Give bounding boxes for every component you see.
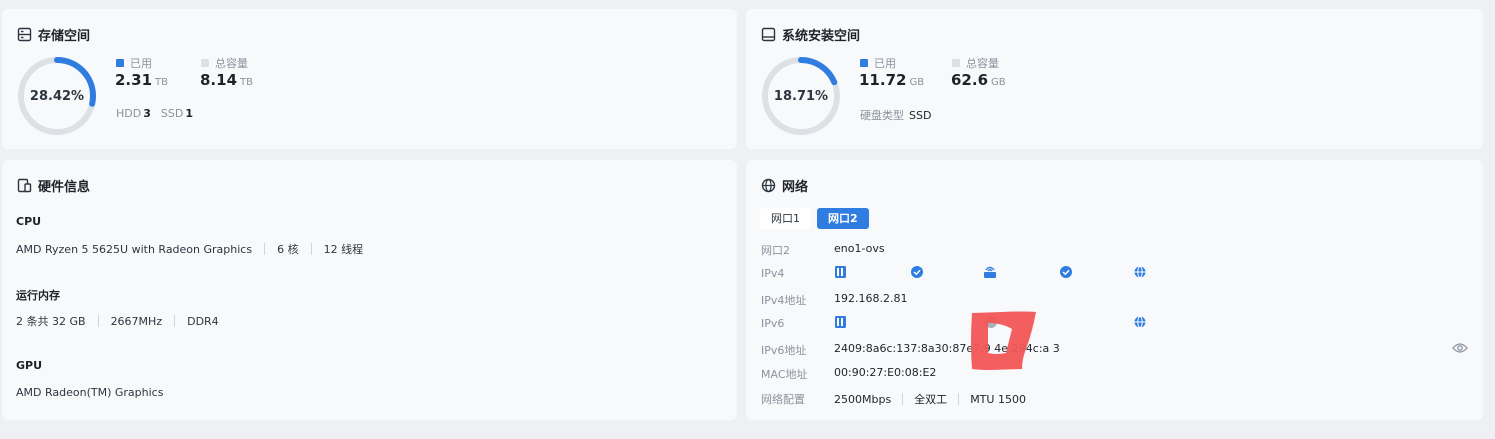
gpu-info: AMD Radeon(TM) Graphics: [16, 386, 163, 399]
router-icon: [984, 266, 996, 278]
system-used-number: 11.72: [859, 71, 907, 89]
tab-port-2[interactable]: 网口2: [817, 208, 869, 229]
cpu-model: AMD Ryzen 5 5625U with Radeon Graphics: [16, 242, 253, 256]
storage-total-unit: TB: [240, 77, 253, 88]
red-annotation-mark: [971, 311, 1036, 370]
ipv6-label: IPv6: [761, 317, 785, 330]
legend-total-label: 总容量: [966, 57, 999, 70]
system-space-card: 系统安装空间 18.71% 已用 总容量 11.72 GB 62.6 GB 硬盘类型…: [746, 9, 1483, 149]
cpu-info: AMD Ryzen 5 5625U with Radeon Graphics 6 …: [16, 241, 363, 257]
legend-used-label: 已用: [130, 57, 152, 70]
system-disk-type: 硬盘类型 SSD: [860, 107, 931, 123]
hardware-title: 硬件信息: [17, 176, 90, 195]
ipv4-address: 192.168.2.81: [834, 292, 908, 305]
ssd-count: 1: [185, 107, 193, 120]
storage-usage-donut: 28.42%: [16, 55, 98, 137]
mac-address: 00:90:27:E0:08:E2: [834, 366, 937, 379]
legend-used-label: 已用: [874, 57, 896, 70]
cpu-cores: 6 核: [277, 243, 299, 256]
system-total-unit: GB: [991, 77, 1006, 88]
storage-total-value: 8.14 TB: [200, 71, 253, 89]
storage-used-value: 2.31 TB: [115, 71, 168, 89]
system-used-value: 11.72 GB: [859, 71, 924, 89]
gpu-label: GPU: [16, 359, 43, 372]
cpu-threads: 12 线程: [323, 243, 364, 256]
hdd-label: HDD: [116, 107, 142, 120]
disk-type-value: SSD: [909, 109, 932, 122]
duplex-mode: 全双工: [914, 393, 948, 406]
used-swatch: [116, 59, 124, 67]
globe-icon: [1134, 316, 1146, 328]
memory-label: 运行内存: [16, 289, 60, 302]
device-icon: [835, 266, 846, 278]
port-tabs: 网口1 网口2: [760, 208, 869, 229]
ipv6-address-label: IPv6地址: [761, 344, 807, 357]
storage-card: 存储空间 28.42% 已用 总容量 2.31 TB 8.14 TB HDD 3 SSD…: [2, 9, 737, 149]
storage-disk-counts: HDD 3 SSD 1: [116, 107, 193, 120]
port-value: eno1-ovs: [834, 242, 885, 255]
check-icon: [1060, 266, 1072, 278]
storage-used-number: 2.31: [115, 71, 153, 89]
ipv4-address-label: IPv4地址: [761, 294, 807, 307]
disk-type-label: 硬盘类型: [860, 109, 904, 122]
network-config: 2500Mbps 全双工 MTU 1500: [834, 391, 1026, 407]
divider: [958, 393, 960, 405]
mac-label: MAC地址: [761, 368, 808, 381]
total-swatch: [952, 59, 960, 67]
system-percent: 18.71%: [773, 88, 829, 104]
memory-type: DDR4: [187, 314, 219, 328]
network-title-text: 网络: [782, 180, 809, 195]
system-total-number: 62.6: [951, 71, 989, 89]
system-space-title: 系统安装空间: [761, 25, 860, 44]
storage-legend-total: 总容量: [201, 55, 248, 71]
network-title: 网络: [761, 176, 808, 195]
memory-speed: 2667MHz: [110, 314, 163, 328]
hdd-count: 3: [143, 107, 151, 120]
storage-total-number: 8.14: [200, 71, 238, 89]
hardware-title-text: 硬件信息: [38, 180, 91, 195]
link-speed: 2500Mbps: [834, 392, 892, 406]
check-icon: [911, 266, 923, 278]
device-icon: [835, 316, 846, 328]
globe-icon: [1134, 266, 1146, 278]
total-swatch: [201, 59, 209, 67]
hardware-card: 硬件信息 CPU AMD Ryzen 5 5625U with Radeon G…: [2, 160, 737, 420]
system-legend-used: 已用: [860, 55, 896, 71]
mtu-value: MTU 1500: [970, 392, 1026, 406]
tab-port-1[interactable]: 网口1: [760, 208, 811, 229]
system-usage-donut: 18.71%: [760, 55, 842, 137]
divider: [97, 315, 99, 327]
used-swatch: [860, 59, 868, 67]
disk-icon: [761, 27, 776, 42]
system-legend-total: 总容量: [952, 55, 999, 71]
system-space-title-text: 系统安装空间: [782, 29, 861, 44]
divider: [310, 243, 312, 255]
divider: [902, 393, 904, 405]
memory-info: 2 条共 32 GB 2667MHz DDR4: [16, 313, 219, 329]
system-total-value: 62.6 GB: [951, 71, 1006, 89]
globe-icon: [761, 178, 776, 193]
ipv4-label: IPv4: [761, 267, 785, 280]
cpu-label: CPU: [16, 215, 42, 228]
storage-legend-used: 已用: [116, 55, 152, 71]
storage-used-unit: TB: [155, 77, 168, 88]
memory-size: 2 条共 32 GB: [16, 315, 86, 328]
ipv4-connection-path: [835, 266, 1146, 278]
divider: [264, 243, 266, 255]
network-card: 网络 网口1 网口2 网口2 eno1-ovs IPv4 IPv4地址 192.…: [746, 160, 1483, 420]
legend-total-label: 总容量: [215, 57, 248, 70]
storage-percent: 28.42%: [29, 88, 85, 104]
show-address-eye-icon[interactable]: [1452, 342, 1468, 354]
storage-icon: [17, 27, 32, 42]
ssd-label: SSD: [160, 107, 184, 120]
port-label: 网口2: [761, 244, 790, 257]
storage-title-text: 存储空间: [38, 29, 91, 44]
devices-icon: [17, 178, 32, 193]
network-config-label: 网络配置: [761, 393, 805, 406]
divider: [174, 315, 176, 327]
storage-title: 存储空间: [17, 25, 90, 44]
system-used-unit: GB: [909, 77, 925, 88]
gpu-model: AMD Radeon(TM) Graphics: [16, 386, 164, 399]
